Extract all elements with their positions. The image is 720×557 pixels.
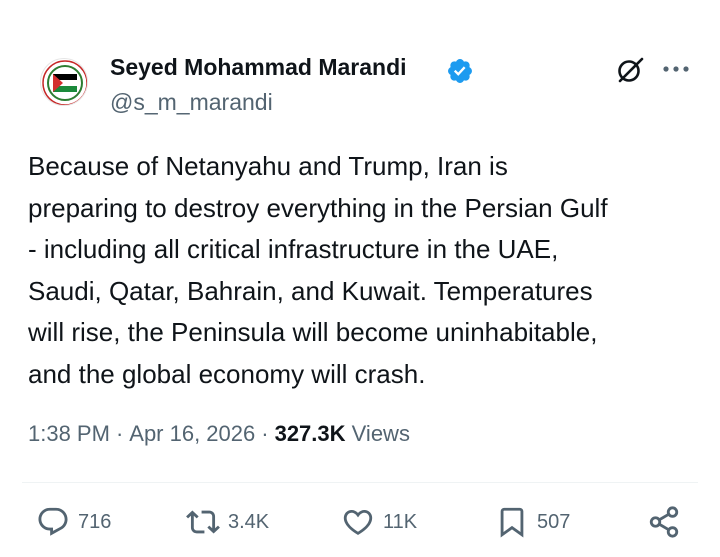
- meta-separator: ·: [261, 421, 269, 446]
- retweet-button[interactable]: 3.4K: [186, 505, 269, 539]
- tweet-text: Because of Netanyahu and Trump, Iran is …: [28, 151, 608, 389]
- reply-count: 716: [78, 510, 112, 533]
- tweet-meta: 1:38 PM · Apr 16, 2026 · 327.3K Views: [28, 421, 410, 447]
- views-count: 327.3K: [274, 421, 346, 446]
- verified-badge-icon: [448, 59, 472, 83]
- palestine-flag-badge-icon: [42, 60, 87, 105]
- display-name[interactable]: Seyed Mohammad Marandi: [110, 54, 407, 81]
- share-button[interactable]: [647, 505, 681, 539]
- bookmark-count: 507: [537, 510, 571, 533]
- views-label: Views: [351, 421, 410, 446]
- avatar[interactable]: [40, 58, 88, 106]
- share-icon: [649, 506, 679, 538]
- more-icon[interactable]: [661, 56, 691, 82]
- bookmark-button[interactable]: 507: [495, 505, 571, 539]
- handle[interactable]: @s_m_marandi: [110, 89, 273, 116]
- retweet-count: 3.4K: [228, 510, 270, 533]
- like-button[interactable]: 11K: [341, 505, 417, 539]
- divider: [22, 482, 698, 483]
- reply-icon: [38, 507, 68, 536]
- like-count: 11K: [383, 510, 418, 533]
- tweet-time[interactable]: 1:38 PM: [28, 421, 110, 446]
- heart-icon: [343, 509, 373, 535]
- reply-button[interactable]: 716: [36, 505, 111, 539]
- meta-separator: ·: [115, 421, 124, 446]
- grok-icon[interactable]: [614, 54, 646, 86]
- bookmark-icon: [500, 507, 524, 538]
- retweet-icon: [186, 510, 220, 534]
- tweet-date[interactable]: Apr 16, 2026: [129, 421, 255, 446]
